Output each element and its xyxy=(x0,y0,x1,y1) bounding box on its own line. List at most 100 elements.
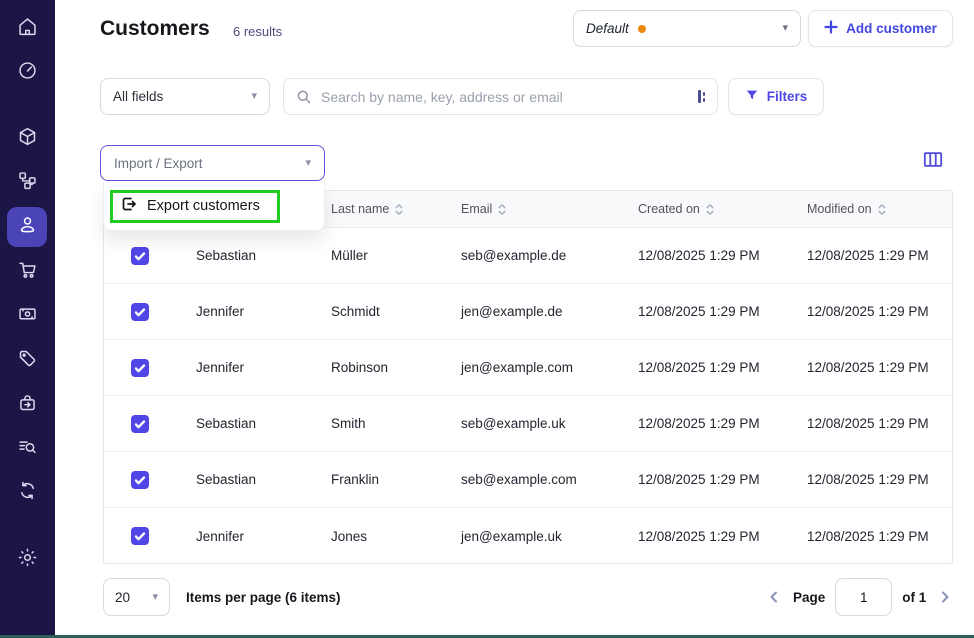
sidebar-item-orders[interactable] xyxy=(7,252,47,292)
cell-last-name: Franklin xyxy=(331,472,461,487)
export-customers-menu-item[interactable]: Export customers xyxy=(121,196,260,216)
column-header-email[interactable]: Email xyxy=(461,202,638,216)
column-header-created-on[interactable]: Created on xyxy=(638,202,807,216)
search-field-select[interactable]: All fields ▾ xyxy=(100,78,270,115)
status-dot xyxy=(638,25,646,33)
sidebar-item-tags[interactable] xyxy=(7,341,47,381)
customers-table: First name Last name Email Created on Mo… xyxy=(103,190,953,564)
gauge-icon xyxy=(17,60,38,86)
customers-page: Customers 6 results Default ▾ Add custom… xyxy=(0,0,974,638)
funnel-icon xyxy=(745,88,759,105)
sidebar xyxy=(0,0,55,636)
cell-modified-on: 12/08/2025 1:29 PM xyxy=(807,529,952,544)
sales-channel-select[interactable]: Default ▾ xyxy=(573,10,801,47)
cell-first-name: Jennifer xyxy=(196,529,331,544)
list-search-icon xyxy=(17,436,38,462)
sidebar-item-dashboard[interactable] xyxy=(7,53,47,93)
cell-first-name: Sebastian xyxy=(196,248,331,263)
cell-first-name: Jennifer xyxy=(196,304,331,319)
row-checkbox[interactable] xyxy=(131,359,149,377)
cell-created-on: 12/08/2025 1:29 PM xyxy=(638,472,807,487)
cell-first-name: Sebastian xyxy=(196,472,331,487)
filters-button[interactable]: Filters xyxy=(728,78,824,115)
add-customer-button[interactable]: Add customer xyxy=(808,10,953,47)
prev-page-button[interactable] xyxy=(765,588,783,606)
sales-channel-value: Default xyxy=(586,21,629,36)
columns-icon xyxy=(923,151,943,173)
cell-last-name: Schmidt xyxy=(331,304,461,319)
row-checkbox[interactable] xyxy=(131,303,149,321)
import-export-dropdown[interactable]: Import / Export ▾ xyxy=(100,145,325,181)
chevron-down-icon: ▾ xyxy=(305,158,311,169)
sort-icon xyxy=(705,203,715,216)
cube-icon xyxy=(17,126,38,152)
table-row[interactable]: Sebastian Smith seb@example.uk 12/08/202… xyxy=(104,396,952,452)
table-row[interactable]: Sebastian Franklin seb@example.com 12/08… xyxy=(104,452,952,508)
add-customer-label: Add customer xyxy=(846,21,937,36)
sidebar-item-search-list[interactable] xyxy=(7,429,47,469)
cash-icon xyxy=(17,303,38,329)
sidebar-item-customers[interactable] xyxy=(7,207,47,247)
table-row[interactable]: Jennifer Schmidt jen@example.de 12/08/20… xyxy=(104,284,952,340)
sidebar-item-products[interactable] xyxy=(7,119,47,159)
sidebar-item-payments[interactable] xyxy=(7,296,47,336)
row-checkbox[interactable] xyxy=(131,527,149,545)
workflow-icon xyxy=(17,170,38,196)
search-mode-icon[interactable] xyxy=(698,90,705,103)
import-export-label: Import / Export xyxy=(114,156,203,171)
items-per-page-label: Items per page (6 items) xyxy=(186,590,341,605)
cell-email: jen@example.com xyxy=(461,360,638,375)
column-header-last-name[interactable]: Last name xyxy=(331,202,461,216)
row-checkbox[interactable] xyxy=(131,247,149,265)
chevron-down-icon: ▾ xyxy=(782,23,788,34)
pagination: Page of 1 xyxy=(765,578,954,616)
table-row[interactable]: Jennifer Jones jen@example.uk 12/08/2025… xyxy=(104,508,952,564)
sidebar-item-workflows[interactable] xyxy=(7,163,47,203)
chevron-down-icon: ▾ xyxy=(251,91,257,102)
cell-email: seb@example.com xyxy=(461,472,638,487)
sidebar-item-home[interactable] xyxy=(7,9,47,49)
user-icon xyxy=(17,214,38,240)
page-size-value: 20 xyxy=(115,590,130,605)
sort-icon xyxy=(497,203,507,216)
column-settings-button[interactable] xyxy=(920,151,946,173)
cell-last-name: Müller xyxy=(331,248,461,263)
cell-first-name: Sebastian xyxy=(196,416,331,431)
import-export-menu: Export customers xyxy=(103,182,325,231)
column-header-modified-on[interactable]: Modified on xyxy=(807,202,952,216)
sort-icon xyxy=(877,203,887,216)
search-input[interactable] xyxy=(321,89,689,105)
search-icon xyxy=(296,89,312,105)
cell-email: seb@example.de xyxy=(461,248,638,263)
cell-last-name: Smith xyxy=(331,416,461,431)
search-field-value: All fields xyxy=(113,89,163,104)
page-label: Page xyxy=(793,590,825,605)
sort-icon xyxy=(394,203,404,216)
row-checkbox[interactable] xyxy=(131,471,149,489)
bag-arrow-icon xyxy=(17,392,38,418)
gear-icon xyxy=(17,547,38,573)
cell-email: jen@example.uk xyxy=(461,529,638,544)
page-title: Customers xyxy=(100,17,210,41)
cart-icon xyxy=(17,259,38,285)
of-total-label: of 1 xyxy=(902,590,926,605)
cell-modified-on: 12/08/2025 1:29 PM xyxy=(807,360,952,375)
sidebar-item-settings[interactable] xyxy=(7,540,47,580)
cell-created-on: 12/08/2025 1:29 PM xyxy=(638,416,807,431)
table-row[interactable]: Jennifer Robinson jen@example.com 12/08/… xyxy=(104,340,952,396)
cell-modified-on: 12/08/2025 1:29 PM xyxy=(807,472,952,487)
page-size-select[interactable]: 20 ▾ xyxy=(103,578,170,616)
chevron-left-icon xyxy=(767,590,781,604)
home-icon xyxy=(17,16,38,42)
next-page-button[interactable] xyxy=(936,588,954,606)
table-row[interactable]: Sebastian Müller seb@example.de 12/08/20… xyxy=(104,228,952,284)
cell-created-on: 12/08/2025 1:29 PM xyxy=(638,248,807,263)
page-number-input[interactable] xyxy=(835,578,892,616)
row-checkbox[interactable] xyxy=(131,415,149,433)
cell-modified-on: 12/08/2025 1:29 PM xyxy=(807,248,952,263)
sidebar-item-gift-cards[interactable] xyxy=(7,385,47,425)
sidebar-item-sync[interactable] xyxy=(7,473,47,513)
results-count: 6 results xyxy=(233,24,282,39)
filters-label: Filters xyxy=(767,89,808,104)
search-box xyxy=(283,78,718,115)
